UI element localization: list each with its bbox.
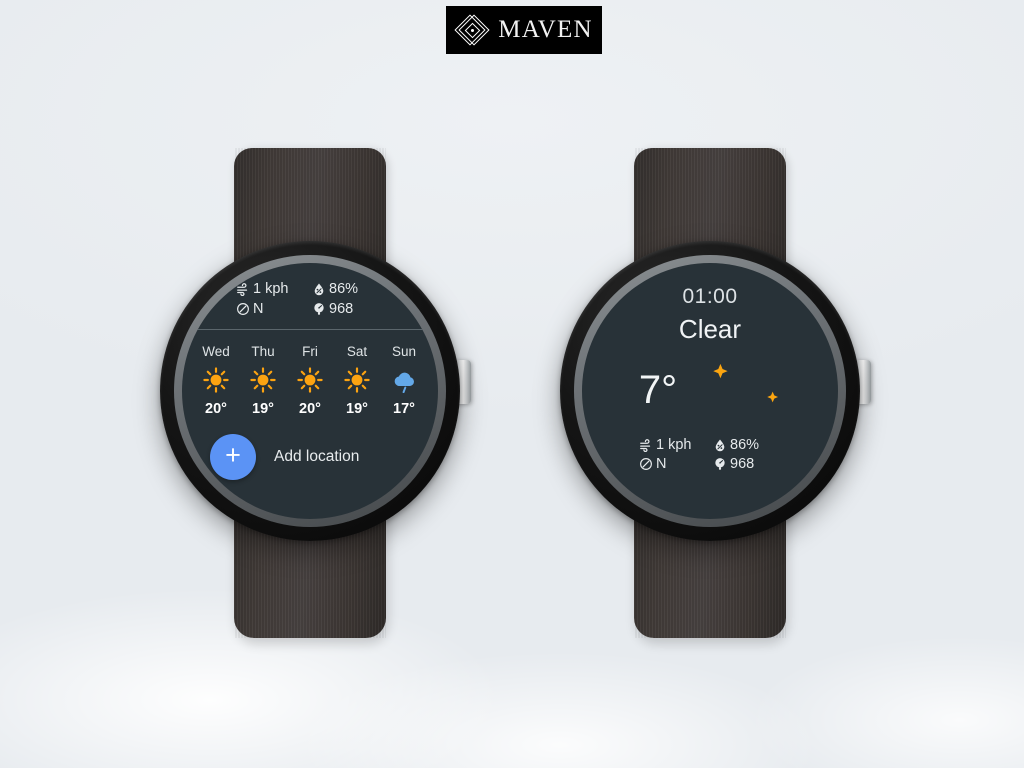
pressure-value: 968 bbox=[329, 301, 354, 317]
current-condition: Clear bbox=[678, 314, 742, 344]
right-condition-stats: 1 kph 86% N 968 bbox=[582, 437, 838, 472]
humidity-stat: 86% bbox=[713, 437, 785, 453]
wind-icon bbox=[640, 439, 651, 452]
watch-case: 01:00 Clear 7° 1 kph 86% N 968 bbox=[560, 241, 860, 541]
wind-stat: 1 kph bbox=[635, 437, 713, 453]
wind-stat: 1 kph bbox=[230, 281, 312, 297]
watch-left: 1 kph 86% N 968 Wed 20° Thu 19° Fri 20° … bbox=[155, 148, 471, 638]
forecast-day-wed[interactable]: Wed 20° bbox=[193, 344, 240, 417]
wind-direction-value: N bbox=[253, 301, 264, 317]
forecast-temp: 19° bbox=[346, 401, 368, 417]
stat-row-2: N 968 bbox=[582, 456, 838, 472]
add-location-label: Add location bbox=[274, 448, 360, 465]
wind-value: 1 kph bbox=[253, 281, 289, 297]
forecast-day-fri[interactable]: Fri 20° bbox=[287, 344, 334, 417]
forecast-temp: 20° bbox=[205, 401, 227, 417]
stat-row-2: N 968 bbox=[182, 301, 438, 317]
pressure-stat: 968 bbox=[312, 301, 390, 317]
add-location-fab[interactable]: + bbox=[210, 434, 256, 480]
forecast-day-sun[interactable]: Sun 17° bbox=[381, 344, 428, 417]
current-time: 01:00 bbox=[682, 285, 738, 308]
pressure-gauge-icon bbox=[715, 458, 725, 470]
sun-icon bbox=[297, 367, 323, 393]
wind-direction-stat: N bbox=[635, 456, 713, 472]
current-weather-main: 7° bbox=[582, 359, 838, 421]
stat-row-1: 1 kph 86% bbox=[582, 437, 838, 453]
compass-icon bbox=[237, 303, 249, 315]
sun-icon bbox=[344, 367, 370, 393]
brand-name: MAVEN bbox=[498, 16, 593, 43]
forecast-day-sat[interactable]: Sat 19° bbox=[334, 344, 381, 417]
wind-direction-stat: N bbox=[230, 301, 312, 317]
watch-bezel: 1 kph 86% N 968 Wed 20° Thu 19° Fri 20° … bbox=[174, 255, 446, 527]
left-condition-stats: 1 kph 86% N 968 bbox=[182, 263, 438, 317]
forecast-temp: 19° bbox=[252, 401, 274, 417]
forecast-day-thu[interactable]: Thu 19° bbox=[240, 344, 287, 417]
add-location-row[interactable]: + Add location bbox=[182, 434, 438, 480]
forecast-day-label: Sat bbox=[346, 344, 368, 359]
forecast-day-label: Thu bbox=[251, 344, 275, 359]
forecast-temp: 17° bbox=[393, 401, 415, 417]
crescent-moon-icon bbox=[713, 363, 779, 415]
humidity-droplet-icon bbox=[314, 283, 324, 296]
humidity-value: 86% bbox=[730, 437, 760, 453]
watch-bezel: 01:00 Clear 7° 1 kph 86% N 968 bbox=[574, 255, 846, 527]
humidity-stat: 86% bbox=[312, 281, 390, 297]
pressure-gauge-icon bbox=[314, 303, 324, 315]
watch-case: 1 kph 86% N 968 Wed 20° Thu 19° Fri 20° … bbox=[160, 241, 460, 541]
humidity-droplet-icon bbox=[715, 439, 725, 452]
brand-badge: MAVEN bbox=[446, 6, 602, 54]
pressure-stat: 968 bbox=[713, 456, 785, 472]
rain-cloud-icon bbox=[394, 372, 414, 393]
sun-icon bbox=[250, 367, 276, 393]
forecast-day-label: Fri bbox=[302, 344, 318, 359]
forecast-day-label: Sun bbox=[391, 344, 417, 359]
forecast-day-label: Wed bbox=[202, 344, 230, 359]
stat-row-1: 1 kph 86% bbox=[182, 281, 438, 297]
forecast-list-screen[interactable]: 1 kph 86% N 968 Wed 20° Thu 19° Fri 20° … bbox=[182, 263, 438, 519]
wind-icon bbox=[237, 283, 248, 296]
forecast-temp: 20° bbox=[299, 401, 321, 417]
diamond-logo-icon bbox=[454, 13, 490, 47]
compass-icon bbox=[640, 458, 652, 470]
pressure-value: 968 bbox=[730, 456, 755, 472]
forecast-row: Wed 20° Thu 19° Fri 20° Sat 19° Sun 17° bbox=[182, 344, 438, 417]
current-weather-screen[interactable]: 01:00 Clear 7° 1 kph 86% N 968 bbox=[582, 263, 838, 519]
plus-icon: + bbox=[225, 440, 241, 470]
wind-direction-value: N bbox=[656, 456, 667, 472]
current-temperature: 7° bbox=[638, 367, 678, 412]
wind-value: 1 kph bbox=[656, 437, 692, 453]
section-divider bbox=[196, 329, 424, 330]
humidity-value: 86% bbox=[329, 281, 359, 297]
watch-right: 01:00 Clear 7° 1 kph 86% N 968 bbox=[555, 148, 871, 638]
sun-icon bbox=[203, 367, 229, 393]
